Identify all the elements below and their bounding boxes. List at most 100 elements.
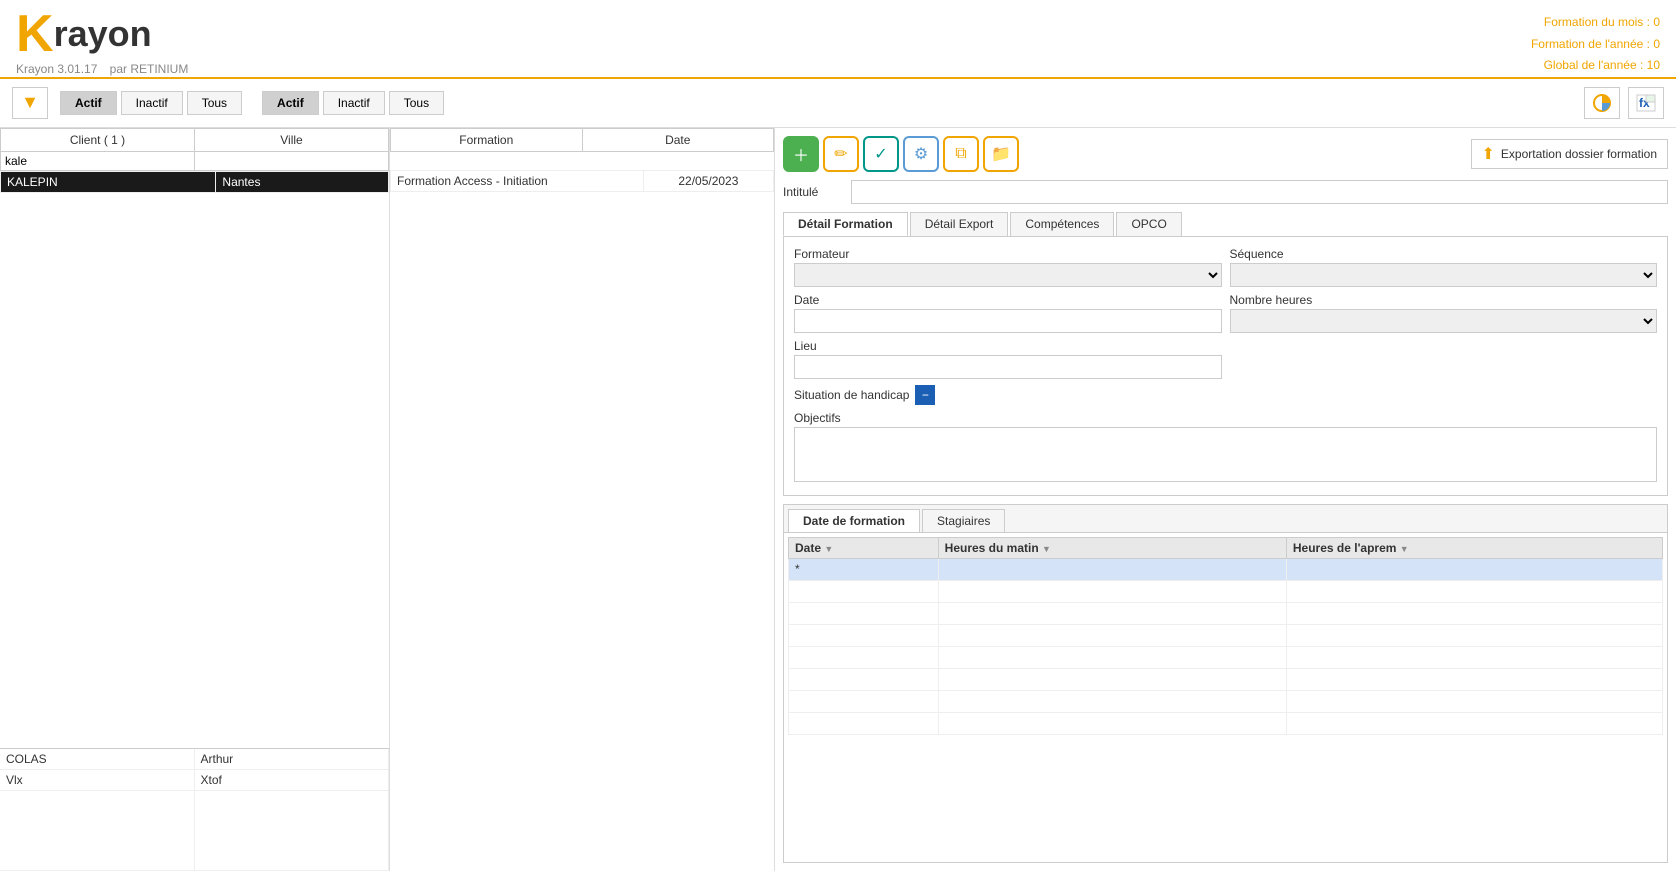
table-row [789,690,1663,712]
add-button[interactable]: ＋ [783,136,819,172]
chart-icon-button[interactable] [1584,87,1620,119]
tab-detail-export[interactable]: Détail Export [910,212,1009,236]
grid-matin-col: Heures du matin ▼ [938,537,1286,558]
entry-col1: Vlx [0,770,195,790]
version-text: Krayon 3.01.17 [16,62,97,76]
entry-col2: Xtof [195,770,390,790]
handicap-row: Situation de handicap − [794,385,1222,405]
mid-list-table: Formation Access - Initiation 22/05/2023 [390,170,774,192]
left-header-table: Client ( 1 ) Ville [0,128,389,171]
filter-icon: ▼ [21,92,39,113]
table-row [789,712,1663,734]
date-sort-arrow: ▼ [824,544,833,554]
left-col1-header: Client ( 1 ) [1,128,195,151]
left-search-input[interactable] [1,152,194,170]
aprem-sort-arrow: ▼ [1400,544,1409,554]
formateur-select[interactable] [794,263,1222,287]
edit-button[interactable]: ✏ [823,136,859,172]
date-label: Date [794,293,1222,307]
tab-date-formation[interactable]: Date de formation [788,509,920,532]
logo: K rayon [16,8,188,60]
validate-button[interactable]: ✓ [863,136,899,172]
form-left-col: Formateur Date Lieu Situation de handica… [794,247,1222,405]
logo-subtitle: Krayon 3.01.17 par RETINIUM [16,62,188,76]
objectifs-textarea[interactable] [794,427,1657,482]
tab-detail-formation[interactable]: Détail Formation [783,212,908,236]
formateur-label: Formateur [794,247,1222,261]
filter-icon-button[interactable]: ▼ [12,87,48,119]
sequence-label: Séquence [1230,247,1658,261]
left-list: KALEPIN Nantes [0,171,389,748]
table-row[interactable]: KALEPIN Nantes [1,171,389,192]
group2-tous-button[interactable]: Tous [389,91,444,115]
stat-formation-mois: Formation du mois : 0 [1531,12,1660,34]
export-button-label: Exportation dossier formation [1501,147,1657,161]
lieu-input[interactable] [794,355,1222,379]
table-row[interactable]: Formation Access - Initiation 22/05/2023 [391,170,774,191]
list-item[interactable]: Vlx Xtof [0,770,389,791]
mid-panel: Formation Date Formation Access - Initia… [390,128,775,871]
table-row [789,624,1663,646]
handicap-checkbox[interactable]: − [915,385,935,405]
formation-name-cell: Formation Access - Initiation [391,170,644,191]
date-input[interactable] [794,309,1222,333]
mid-search-input[interactable] [391,152,583,170]
right-top-bar: ＋ ✏ ✓ ⚙ ⧉ 📁 ⬆ Exportation dossier format… [783,136,1668,172]
pie-chart-icon [1592,93,1612,113]
bottom-entries: COLAS Arthur Vlx Xtof [0,748,389,871]
mid-date-search-input[interactable] [582,152,774,170]
group2-inactif-button[interactable]: Inactif [323,91,385,115]
detail-tabs: Détail Formation Détail Export Compétenc… [783,212,1668,237]
new-row-aprem [1286,558,1662,580]
gear-button[interactable]: ⚙ [903,136,939,172]
mid-list: Formation Access - Initiation 22/05/2023 [390,170,774,871]
group1-buttons: Actif Inactif Tous [60,91,242,115]
intitule-input[interactable] [851,180,1668,204]
bottom-grid: Date ▼ Heures du matin ▼ Heures de l'apr… [784,533,1667,862]
tab-stagiaires[interactable]: Stagiaires [922,509,1005,532]
main-content: Client ( 1 ) Ville KALEPIN Nantes [0,128,1676,871]
objectifs-area: Objectifs [794,411,1657,485]
list-item[interactable]: COLAS Arthur [0,749,389,770]
table-row [789,646,1663,668]
export-icon: ⬆ [1482,144,1495,164]
group1-actif-button[interactable]: Actif [60,91,117,115]
matin-sort-arrow: ▼ [1042,544,1051,554]
header: K rayon Krayon 3.01.17 par RETINIUM Form… [0,0,1676,79]
group2-actif-button[interactable]: Actif [262,91,319,115]
grid-date-col: Date ▼ [789,537,939,558]
client-city-cell: Nantes [216,171,389,192]
entry-col1: COLAS [0,749,195,769]
form-grid: Formateur Date Lieu Situation de handica… [794,247,1657,405]
nombre-heures-select[interactable] [1230,309,1658,333]
left-col2-header: Ville [195,128,389,151]
new-row-indicator: * [789,558,939,580]
table-row [789,580,1663,602]
mid-col2-header: Date [582,128,774,151]
form-right-col: Séquence Nombre heures [1230,247,1658,405]
logo-rayon-text: rayon [54,16,152,52]
lieu-label: Lieu [794,339,1222,353]
formateur-field: Formateur [794,247,1222,287]
tab-opco[interactable]: OPCO [1116,212,1181,236]
copy-button[interactable]: ⧉ [943,136,979,172]
bottom-section: Date de formation Stagiaires Date ▼ Heur… [783,504,1668,863]
folder-button[interactable]: 📁 [983,136,1019,172]
logo-area: K rayon Krayon 3.01.17 par RETINIUM [16,8,188,76]
new-row-matin [938,558,1286,580]
date-field: Date [794,293,1222,333]
grid-new-row[interactable]: * [789,558,1663,580]
formation-date-cell: 22/05/2023 [643,170,773,191]
group1-tous-button[interactable]: Tous [187,91,242,115]
table-row [789,668,1663,690]
export-dossier-button[interactable]: ⬆ Exportation dossier formation [1471,139,1668,169]
date-formation-grid: Date ▼ Heures du matin ▼ Heures de l'apr… [788,537,1663,735]
tab-competences[interactable]: Compétences [1010,212,1114,236]
table-row [789,602,1663,624]
group1-inactif-button[interactable]: Inactif [121,91,183,115]
excel-icon-button[interactable]: fx [1628,87,1664,119]
left-city-search-input[interactable] [195,152,388,170]
bottom-tabs: Date de formation Stagiaires [784,505,1667,533]
logo-k-letter: K [16,8,54,60]
sequence-select[interactable] [1230,263,1658,287]
